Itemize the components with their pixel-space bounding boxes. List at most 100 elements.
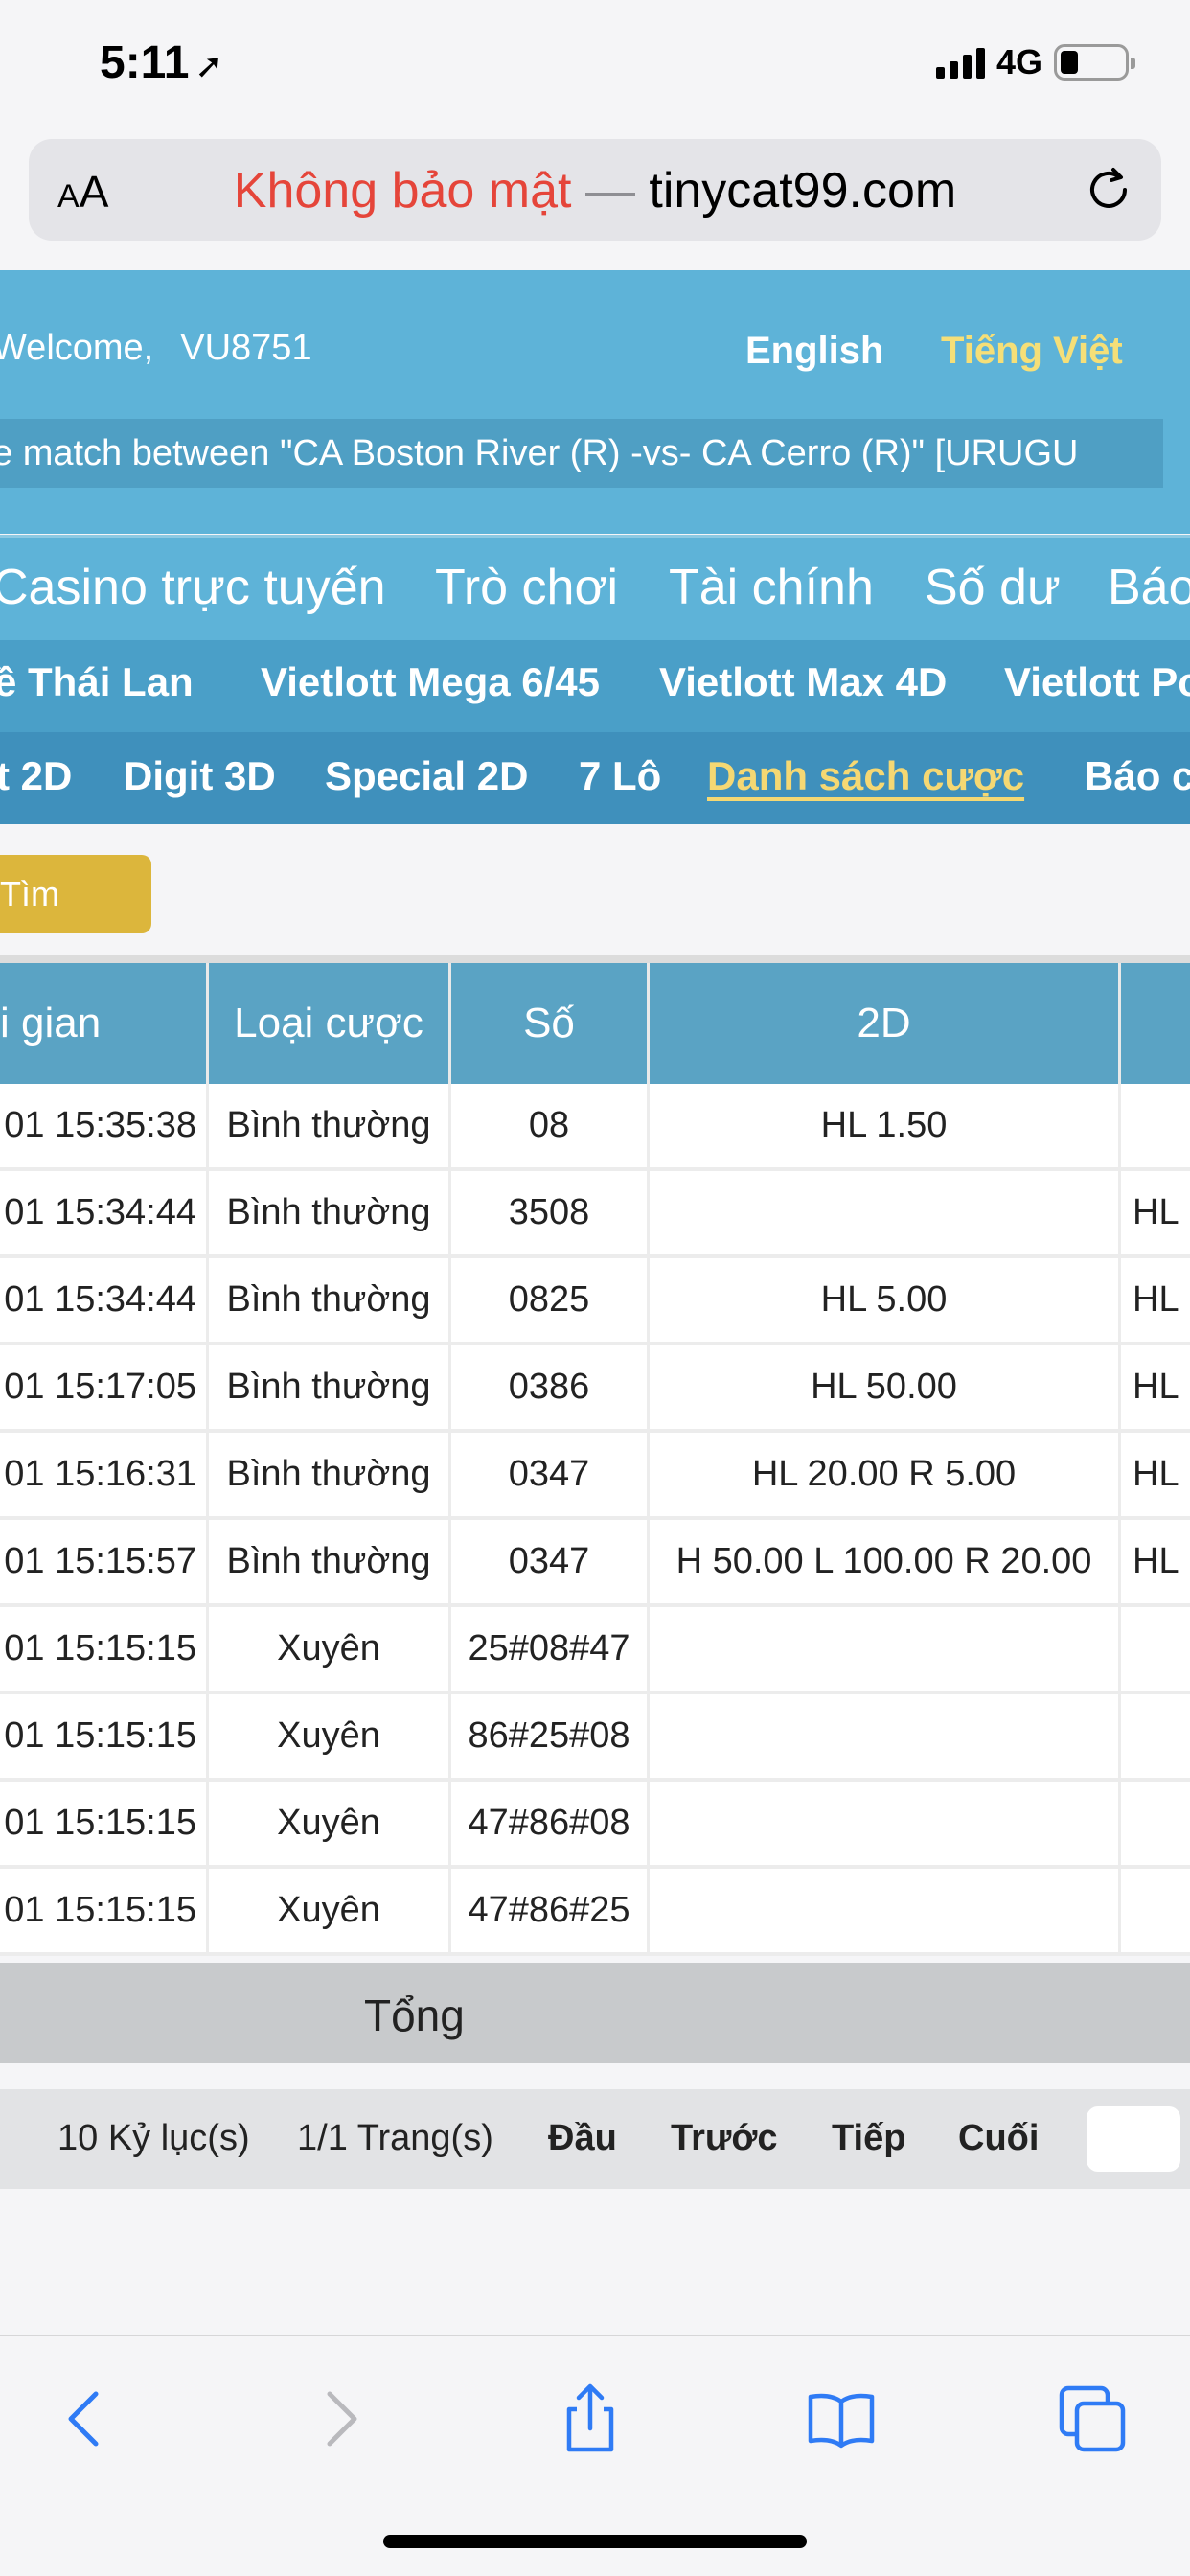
menu-finance[interactable]: Tài chính	[669, 559, 874, 616]
cell-number: 86#25#08	[451, 1694, 650, 1778]
search-button[interactable]: Tìm	[0, 855, 151, 933]
cell-extra	[1121, 1694, 1190, 1778]
table-row: 01 15:35:38 Bình thường 08 HL 1.50	[0, 1084, 1190, 1171]
cell-time: 01 15:15:57	[0, 1520, 209, 1603]
lottery-menu: ề Thái Lan Vietlott Mega 6/45 Vietlott M…	[0, 640, 1190, 732]
cell-extra	[1121, 1782, 1190, 1865]
network-type: 4G	[995, 42, 1042, 81]
table-row: 01 15:15:15 Xuyên 47#86#25	[0, 1869, 1190, 1956]
main-menu: Casino trực tuyến Trò chơi Tài chính Số …	[0, 535, 1190, 640]
table-row: 01 15:17:05 Bình thường 0386 HL 50.00 HL	[0, 1346, 1190, 1433]
tabs-icon[interactable]	[1054, 2380, 1131, 2457]
menu-bet-list[interactable]: Danh sách cược	[707, 753, 1024, 799]
menu-report[interactable]: Báo	[1108, 559, 1190, 616]
cell-extra: HL	[1133, 1367, 1179, 1407]
menu-digit-2d[interactable]: t 2D	[0, 753, 72, 799]
col-header-2d: 2D	[650, 963, 1121, 1084]
cell-number: 0347	[451, 1520, 650, 1603]
menu-casino[interactable]: Casino trực tuyến	[0, 559, 386, 616]
cell-number: 47#86#08	[451, 1782, 650, 1865]
cell-extra	[1121, 1869, 1190, 1952]
menu-report-sub[interactable]: Báo c	[1085, 753, 1190, 799]
cell-2d: HL 1.50	[650, 1084, 1121, 1167]
table-row: 01 15:15:15 Xuyên 86#25#08	[0, 1694, 1190, 1782]
lang-vietnamese-link[interactable]: Tiếng Việt	[941, 330, 1123, 373]
cell-bet-type: Bình thường	[209, 1084, 451, 1167]
cell-bet-type: Xuyên	[209, 1694, 451, 1778]
address-bar[interactable]: AA Không bảo mật — tinycat99.com	[29, 139, 1161, 241]
url-domain: tinycat99.com	[649, 163, 957, 218]
menu-vietlott-mega[interactable]: Vietlott Mega 6/45	[261, 659, 600, 705]
clock: 5:11	[100, 37, 190, 88]
cell-bet-type: Xuyên	[209, 1607, 451, 1690]
cell-extra	[1121, 1607, 1190, 1690]
cell-extra: HL	[1133, 1454, 1179, 1494]
cell-number: 25#08#47	[451, 1607, 650, 1690]
total-label: Tổng	[364, 1990, 465, 2040]
battery-icon	[1054, 44, 1135, 80]
cell-bet-type: Bình thường	[209, 1346, 451, 1429]
location-arrow-icon: ➚	[195, 46, 224, 85]
cell-2d: HL 50.00	[650, 1346, 1121, 1429]
back-icon[interactable]	[50, 2380, 126, 2457]
cell-time: 01 15:17:05	[0, 1346, 209, 1429]
first-page-button[interactable]: Đầu	[548, 2118, 617, 2159]
menu-thai-lottery[interactable]: ề Thái Lan	[0, 659, 194, 705]
bookmarks-icon[interactable]	[803, 2380, 880, 2457]
lang-english-link[interactable]: English	[745, 330, 883, 373]
cell-bet-type: Bình thường	[209, 1171, 451, 1254]
prev-page-button[interactable]: Trước	[671, 2118, 778, 2159]
home-indicator	[383, 2535, 807, 2548]
cell-extra	[1121, 1084, 1190, 1167]
menu-games[interactable]: Trò chơi	[435, 559, 618, 616]
divider	[0, 955, 1190, 963]
cell-time: 01 15:16:31	[0, 1433, 209, 1516]
forward-icon[interactable]	[299, 2380, 376, 2457]
col-header-number: Số	[451, 963, 650, 1084]
menu-7-lo[interactable]: 7 Lô	[579, 753, 661, 799]
reload-icon[interactable]	[1083, 164, 1134, 216]
last-page-button[interactable]: Cuối	[958, 2118, 1039, 2159]
cell-number: 47#86#25	[451, 1869, 650, 1952]
table-row: 01 15:34:44 Bình thường 3508 HL	[0, 1171, 1190, 1258]
cell-2d: HL 20.00 R 5.00	[650, 1433, 1121, 1516]
cell-number: 3508	[451, 1171, 650, 1254]
share-icon[interactable]	[552, 2380, 629, 2457]
cell-number: 0347	[451, 1433, 650, 1516]
insecure-label: Không bảo mật	[233, 163, 572, 218]
total-row: Tổng	[0, 1963, 1190, 2063]
signal-icon	[935, 46, 985, 79]
url-display[interactable]: Không bảo mật — tinycat99.com	[29, 162, 1161, 219]
status-bar: 5:11 ➚ 4G	[0, 0, 1190, 134]
welcome-text: Welcome, VU8751	[0, 328, 312, 368]
menu-vietlott-max4d[interactable]: Vietlott Max 4D	[659, 659, 947, 705]
next-page-button[interactable]: Tiếp	[832, 2118, 905, 2159]
news-ticker: e match between "CA Boston River (R) -vs…	[0, 419, 1163, 488]
page-count: 1/1 Trang(s)	[297, 2118, 493, 2158]
cell-number: 08	[451, 1084, 650, 1167]
menu-balance[interactable]: Số dư	[925, 559, 1061, 616]
col-header-bet-type: Loại cược	[209, 963, 451, 1084]
cell-2d	[650, 1694, 1121, 1778]
page-number-input[interactable]	[1087, 2106, 1180, 2172]
cell-bet-type: Bình thường	[209, 1520, 451, 1603]
pagination: 10 Kỷ lục(s) 1/1 Trang(s) Đầu Trước Tiếp…	[0, 2089, 1190, 2189]
cell-2d	[650, 1782, 1121, 1865]
cell-bet-type: Xuyên	[209, 1869, 451, 1952]
menu-vietlott-power[interactable]: Vietlott Po	[1004, 659, 1190, 705]
sub-menu: t 2D Digit 3D Special 2D 7 Lô Danh sách …	[0, 732, 1190, 824]
cell-time: 01 15:15:15	[0, 1694, 209, 1778]
cell-time: 01 15:35:38	[0, 1084, 209, 1167]
cell-2d	[650, 1607, 1121, 1690]
user-id: VU8751	[180, 328, 312, 368]
cell-bet-type: Xuyên	[209, 1782, 451, 1865]
cell-number: 0386	[451, 1346, 650, 1429]
cell-bet-type: Bình thường	[209, 1433, 451, 1516]
cell-extra: HL	[1133, 1192, 1179, 1232]
menu-digit-3d[interactable]: Digit 3D	[124, 753, 276, 799]
cell-bet-type: Bình thường	[209, 1258, 451, 1342]
cell-time: 01 15:15:15	[0, 1869, 209, 1952]
menu-special-2d[interactable]: Special 2D	[325, 753, 528, 799]
cell-2d: H 50.00 L 100.00 R 20.00	[650, 1520, 1121, 1603]
status-time: 5:11 ➚	[100, 36, 224, 89]
